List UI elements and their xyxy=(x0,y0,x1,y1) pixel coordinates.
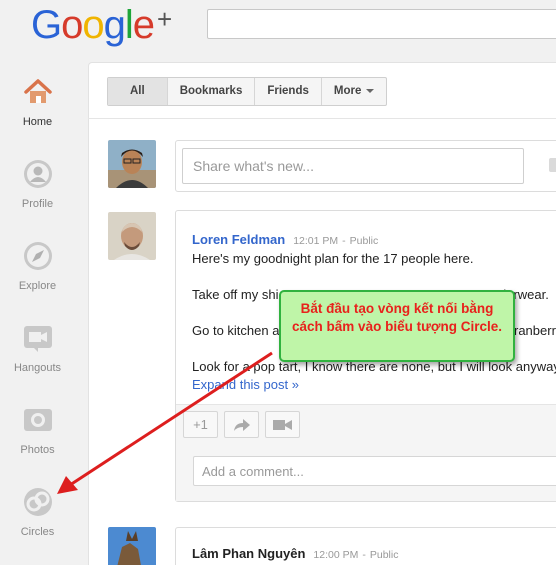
nav-label-circles: Circles xyxy=(20,526,55,538)
post-text-line: Here's my goodnight plan for the 17 peop… xyxy=(192,251,474,266)
nav-item-explore[interactable]: Explore xyxy=(0,240,75,292)
post-text-line: Go to kitchen a xyxy=(192,323,280,338)
google-plus-logo[interactable]: Google + xyxy=(31,3,172,48)
stream-filter-tabs: All Bookmarks Friends More xyxy=(107,77,388,106)
search-input[interactable] xyxy=(207,9,556,39)
nav-item-home[interactable]: Home xyxy=(0,76,75,128)
nav-item-hangouts[interactable]: Hangouts xyxy=(0,322,75,374)
nav-item-circles[interactable]: Circles xyxy=(0,486,75,538)
tab-more[interactable]: More xyxy=(322,78,386,105)
post-header: Lâm Phan Nguyên 12:00 PM - Public xyxy=(192,545,398,563)
nav-label-profile: Profile xyxy=(21,198,54,210)
profile-icon xyxy=(23,160,52,188)
annotation-line-1: Bắt đầu tạo vòng kết nối bằng xyxy=(300,301,494,316)
post-visibility[interactable]: Public xyxy=(350,235,379,247)
nav-item-profile[interactable]: Profile xyxy=(0,158,75,210)
circles-icon xyxy=(23,488,52,516)
nav-label-home: Home xyxy=(22,116,53,128)
video-camera-icon xyxy=(23,326,52,352)
chevron-down-icon xyxy=(366,88,375,93)
post-text-line: Take off my shi xyxy=(192,287,279,302)
nav-label-photos: Photos xyxy=(20,444,55,456)
share-arrow-icon xyxy=(233,419,250,431)
annotation-callout: Bắt đầu tạo vòng kết nối bằng cách bấm v… xyxy=(279,290,515,362)
post-text-line: ranberry xyxy=(514,323,556,338)
home-icon xyxy=(23,79,52,103)
post-author[interactable]: Lâm Phan Nguyên xyxy=(192,546,305,561)
share-button[interactable] xyxy=(224,411,259,438)
top-bar: Google + xyxy=(0,0,556,50)
comment-input[interactable]: Add a comment... xyxy=(193,456,556,486)
post-time[interactable]: 12:01 PM xyxy=(293,235,338,247)
annotation-line-2: cách bấm vào biểu tượng Circle. xyxy=(292,319,502,334)
post-header: Loren Feldman 12:01 PM - Public xyxy=(192,231,378,249)
tab-bookmarks[interactable]: Bookmarks xyxy=(168,78,256,105)
plus-one-button[interactable]: +1 xyxy=(183,411,218,438)
hangout-button[interactable] xyxy=(265,411,300,438)
compass-icon xyxy=(23,242,52,270)
nav-item-photos[interactable]: Photos xyxy=(0,404,75,456)
video-camera-icon xyxy=(272,420,292,430)
post-visibility[interactable]: Public xyxy=(370,549,399,561)
tab-all[interactable]: All xyxy=(108,78,168,105)
post-time[interactable]: 12:00 PM xyxy=(313,549,358,561)
tab-more-label: More xyxy=(333,85,362,97)
share-input[interactable]: Share what's new... xyxy=(182,148,524,184)
post-meta-separator: - xyxy=(342,235,346,247)
camera-icon xyxy=(23,409,52,431)
share-side-handle xyxy=(549,158,556,172)
expand-post-link[interactable]: Expand this post » xyxy=(192,377,299,392)
avatar[interactable] xyxy=(108,527,156,565)
avatar[interactable] xyxy=(108,212,156,260)
nav-label-explore: Explore xyxy=(18,280,57,292)
post-author[interactable]: Loren Feldman xyxy=(192,232,285,247)
tab-friends[interactable]: Friends xyxy=(255,78,322,105)
divider xyxy=(88,118,556,119)
post-meta-separator: - xyxy=(362,549,366,561)
nav-label-hangouts: Hangouts xyxy=(13,362,62,374)
avatar[interactable] xyxy=(108,140,156,188)
